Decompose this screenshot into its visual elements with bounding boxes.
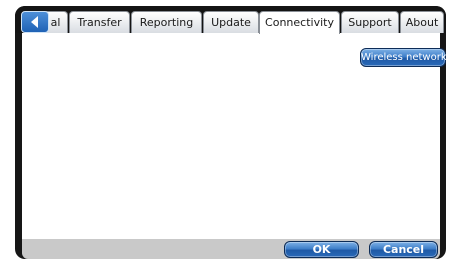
settings-window: al Transfer Reporting Update Connectivit…: [15, 6, 446, 259]
tab-transfer[interactable]: Transfer: [69, 11, 130, 33]
tab-update[interactable]: Update: [203, 11, 259, 33]
cancel-button[interactable]: Cancel: [369, 241, 438, 258]
tab-connectivity[interactable]: Connectivity: [259, 11, 340, 34]
back-button[interactable]: [21, 11, 49, 33]
tab-reporting[interactable]: Reporting: [131, 11, 202, 33]
tab-support[interactable]: Support: [341, 11, 399, 33]
tab-about[interactable]: About: [400, 11, 444, 33]
tab-bar: al Transfer Reporting Update Connectivit…: [15, 6, 446, 34]
back-arrow-icon: [31, 16, 38, 28]
ok-button[interactable]: OK: [284, 241, 359, 258]
connectivity-panel: Wireless network: [22, 33, 446, 239]
dialog-footer: OK Cancel: [22, 239, 440, 259]
wireless-network-button[interactable]: Wireless network: [360, 48, 446, 67]
